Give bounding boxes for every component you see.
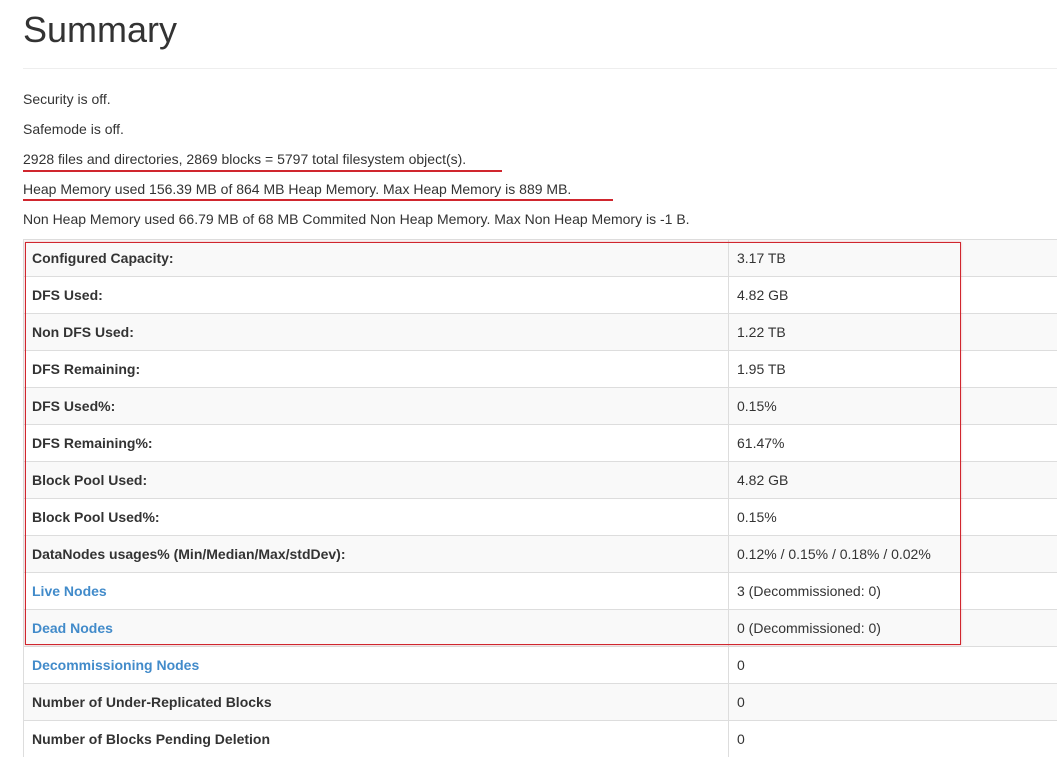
table-row: Number of Blocks Pending Deletion 0 <box>24 721 1057 757</box>
page-title: Summary <box>23 6 177 54</box>
row-label-datanodes-usages: DataNodes usages% (Min/Median/Max/stdDev… <box>24 536 729 573</box>
table-row: Number of Under-Replicated Blocks 0 <box>24 684 1057 721</box>
row-label-block-pool-used: Block Pool Used: <box>24 462 729 499</box>
row-label-under-replicated-blocks: Number of Under-Replicated Blocks <box>24 684 729 721</box>
row-value-block-pool-used-percent: 0.15% <box>729 499 1057 536</box>
filesystem-objects-summary: 2928 files and directories, 2869 blocks … <box>23 149 466 169</box>
row-value-configured-capacity: 3.17 TB <box>729 240 1057 277</box>
decommissioning-nodes-link[interactable]: Decommissioning Nodes <box>32 657 199 673</box>
row-label-dfs-remaining: DFS Remaining: <box>24 351 729 388</box>
row-value-non-dfs-used: 1.22 TB <box>729 314 1057 351</box>
table-row: DFS Remaining%: 61.47% <box>24 425 1057 462</box>
row-label-non-dfs-used: Non DFS Used: <box>24 314 729 351</box>
row-value-decommissioning-nodes: 0 <box>729 647 1057 684</box>
table-row: Block Pool Used: 4.82 GB <box>24 462 1057 499</box>
table-row: DFS Used: 4.82 GB <box>24 277 1057 314</box>
filesystem-annotation-underline <box>23 170 502 172</box>
live-nodes-link[interactable]: Live Nodes <box>32 583 107 599</box>
dead-nodes-link[interactable]: Dead Nodes <box>32 620 113 636</box>
table-row: Block Pool Used%: 0.15% <box>24 499 1057 536</box>
heap-annotation-underline <box>23 199 613 201</box>
table-row: Dead Nodes 0 (Decommissioned: 0) <box>24 610 1057 647</box>
row-label-block-pool-used-percent: Block Pool Used%: <box>24 499 729 536</box>
non-heap-memory-summary: Non Heap Memory used 66.79 MB of 68 MB C… <box>23 209 690 229</box>
row-label-cell-dead-nodes: Dead Nodes <box>24 610 729 647</box>
summary-table: Configured Capacity: 3.17 TB DFS Used: 4… <box>23 239 1057 757</box>
row-value-dfs-remaining-percent: 61.47% <box>729 425 1057 462</box>
safemode-status: Safemode is off. <box>23 119 124 139</box>
row-value-under-replicated-blocks: 0 <box>729 684 1057 721</box>
table-row: DFS Remaining: 1.95 TB <box>24 351 1057 388</box>
title-divider <box>23 68 1057 69</box>
row-label-dfs-used-percent: DFS Used%: <box>24 388 729 425</box>
row-label-dfs-remaining-percent: DFS Remaining%: <box>24 425 729 462</box>
table-row: Live Nodes 3 (Decommissioned: 0) <box>24 573 1057 610</box>
table-row: DataNodes usages% (Min/Median/Max/stdDev… <box>24 536 1057 573</box>
row-value-dfs-used: 4.82 GB <box>729 277 1057 314</box>
row-label-blocks-pending-deletion: Number of Blocks Pending Deletion <box>24 721 729 757</box>
table-row: Non DFS Used: 1.22 TB <box>24 314 1057 351</box>
table-row: Configured Capacity: 3.17 TB <box>24 240 1057 277</box>
row-value-dfs-remaining: 1.95 TB <box>729 351 1057 388</box>
table-row: DFS Used%: 0.15% <box>24 388 1057 425</box>
row-label-cell-live-nodes: Live Nodes <box>24 573 729 610</box>
row-value-blocks-pending-deletion: 0 <box>729 721 1057 757</box>
security-status: Security is off. <box>23 89 111 109</box>
heap-memory-summary: Heap Memory used 156.39 MB of 864 MB Hea… <box>23 179 571 199</box>
row-label-configured-capacity: Configured Capacity: <box>24 240 729 277</box>
row-value-dfs-used-percent: 0.15% <box>729 388 1057 425</box>
row-label-cell-decommissioning-nodes: Decommissioning Nodes <box>24 647 729 684</box>
row-label-dfs-used: DFS Used: <box>24 277 729 314</box>
row-value-datanodes-usages: 0.12% / 0.15% / 0.18% / 0.02% <box>729 536 1057 573</box>
table-row: Decommissioning Nodes 0 <box>24 647 1057 684</box>
row-value-block-pool-used: 4.82 GB <box>729 462 1057 499</box>
row-value-live-nodes: 3 (Decommissioned: 0) <box>729 573 1057 610</box>
row-value-dead-nodes: 0 (Decommissioned: 0) <box>729 610 1057 647</box>
